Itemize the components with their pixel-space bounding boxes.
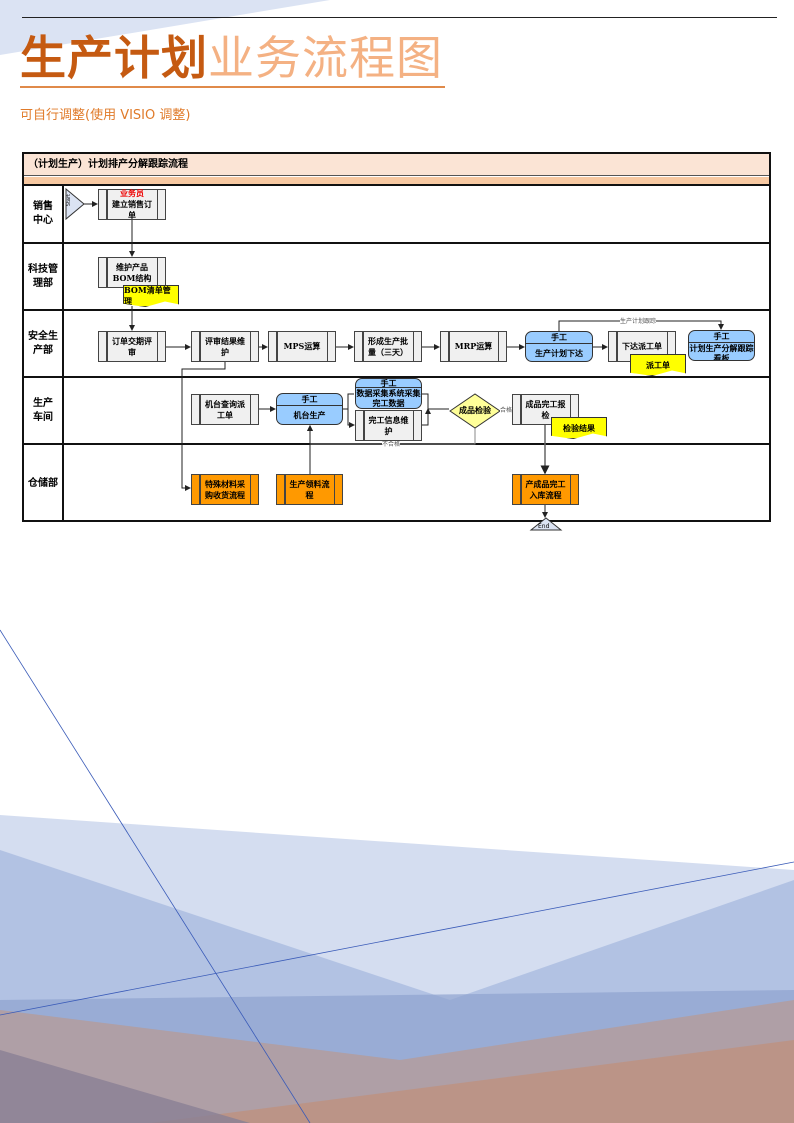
flowchart-title: （计划生产）计划排产分解跟踪流程: [24, 154, 769, 176]
picking-process[interactable]: 生产领料流程: [276, 474, 343, 505]
mps-calc[interactable]: MPS运算: [268, 331, 336, 362]
step-label: 生产计划下达: [535, 348, 583, 358]
role-label: 业务员: [120, 188, 144, 198]
header-rule: [22, 17, 777, 18]
mrp-calc[interactable]: MRP运算: [440, 331, 507, 362]
manual-label: 手工: [689, 331, 754, 343]
title-light: 业务流程图: [208, 31, 443, 85]
start-label: Start: [66, 194, 72, 207]
step-label: 数据采集系统采集完工数据: [356, 388, 421, 408]
plan-issue[interactable]: 手工 生产计划下达: [525, 331, 593, 362]
form-batch[interactable]: 形成生产批量（三天）: [354, 331, 422, 362]
review-maintenance[interactable]: 评审结果维护: [191, 331, 259, 362]
manual-label: 手工: [356, 379, 421, 388]
create-sales-order[interactable]: 业务员 建立销售订单: [98, 188, 166, 220]
lane-label: 销售 中心: [24, 185, 64, 242]
step-label: 建立销售订单: [112, 199, 152, 220]
machine-query[interactable]: 机台查询派工单: [191, 394, 259, 425]
end-label: End: [538, 523, 550, 530]
fail-label: 不合格: [382, 441, 401, 448]
machine-production[interactable]: 手工 机台生产: [276, 393, 343, 425]
maintain-bom[interactable]: 维护产品BOM结构: [98, 257, 166, 288]
subtitle: 可自行调整(使用 VISIO 调整): [20, 108, 191, 123]
warehouse-in-process[interactable]: 产成品完工入库流程: [512, 474, 579, 505]
lane-label: 仓储部: [24, 445, 64, 522]
inspect-decision[interactable]: 成品检验: [455, 405, 495, 416]
tracking-board[interactable]: 手工 计划生产分解跟踪看板: [688, 330, 755, 361]
step-label: 机台生产: [293, 410, 326, 420]
page-title: 生产计划业务流程图: [20, 30, 445, 88]
manual-label: 手工: [526, 332, 592, 344]
step-label: 计划生产分解跟踪看板: [689, 343, 754, 361]
lane-label: 生产 车间: [24, 378, 64, 443]
page: 生产计划业务流程图 可自行调整(使用 VISIO 调整) （计划生产）计划排产分…: [0, 0, 794, 1123]
finish-maintenance[interactable]: 完工信息维护: [355, 410, 422, 441]
pass-label: 合格: [500, 407, 513, 414]
track-label: 生产计划跟踪: [620, 318, 657, 325]
order-review[interactable]: 订单交期评审: [98, 331, 166, 362]
lane-label: 安全生 产部: [24, 311, 64, 376]
data-collection[interactable]: 手工 数据采集系统采集完工数据: [355, 378, 422, 409]
manual-label: 手工: [277, 394, 342, 406]
special-material-process[interactable]: 特殊材料采购收货流程: [191, 474, 259, 505]
title-bold: 生产计划: [20, 31, 208, 85]
lane-label: 科技管 理部: [24, 244, 64, 309]
lane-warehouse: 仓储部: [24, 445, 769, 522]
